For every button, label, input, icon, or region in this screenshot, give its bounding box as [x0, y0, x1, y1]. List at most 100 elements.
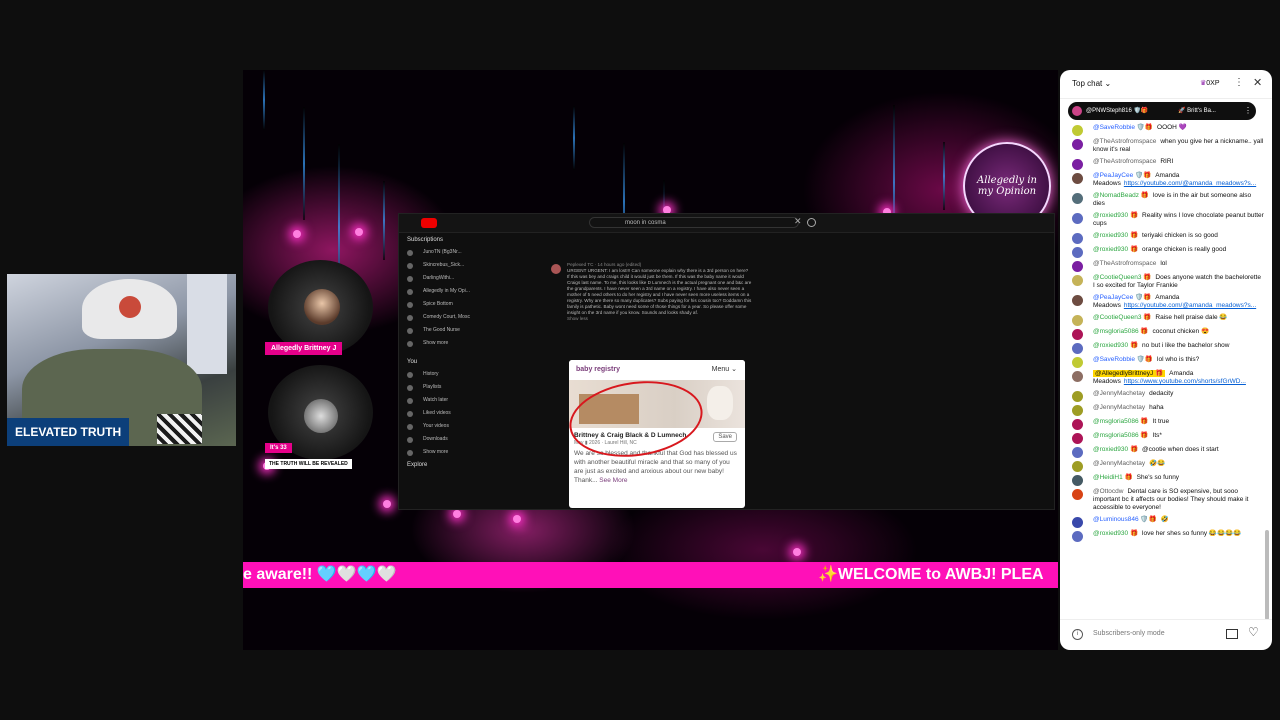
pinned-more-icon[interactable]: ⋮	[1244, 102, 1252, 120]
chat-text: It true	[1152, 418, 1170, 425]
chat-scrollbar[interactable]	[1265, 530, 1269, 620]
heart-icon[interactable]: ♡	[1248, 625, 1259, 639]
chat-message[interactable]: @msgloria5086 🎁 Its*	[1060, 430, 1272, 444]
chat-text: orange chicken is really good	[1142, 246, 1227, 253]
chat-link[interactable]: https://youtube.com/@amanda_meadows?s...	[1124, 302, 1256, 309]
chat-message[interactable]: @roxied930 🎁 Reality wins I love chocolat…	[1060, 210, 1272, 230]
chat-avatar	[1072, 433, 1083, 444]
chat-message[interactable]: @TheAstrofromspace lol	[1060, 258, 1272, 272]
chat-message[interactable]: @roxied930 🎁 love her shes so funny 😂😂😂😂	[1060, 528, 1272, 542]
chat-author[interactable]: @AllegedlyBrittneyJ 🎁	[1093, 370, 1166, 377]
card-header: baby registry Menu ⌄	[569, 360, 745, 380]
chat-avatar	[1072, 419, 1083, 430]
chat-avatar	[1072, 193, 1083, 204]
chat-author[interactable]: @CootieQueen3 🎁	[1093, 314, 1151, 321]
chat-message[interactable]: @AllegedlyBrittneyJ 🎁 Amanda Meadows https…	[1060, 368, 1272, 388]
chat-author[interactable]: @SaveRobbie 🛡️🎁	[1093, 124, 1153, 131]
chat-author[interactable]: @TheAstrofromspace	[1093, 138, 1156, 145]
chat-author[interactable]: @TheAstrofromspace	[1093, 260, 1156, 267]
chat-text: coconut chicken 😍	[1152, 328, 1210, 335]
wall	[187, 274, 227, 374]
xp-badge[interactable]: ♛0XP	[1200, 79, 1220, 87]
chat-message[interactable]: @roxied930 🎁 orange chicken is really goo…	[1060, 244, 1272, 258]
chat-message[interactable]: @SaveRobbie 🛡️🎁 OOOH 💜	[1060, 122, 1272, 136]
chat-message[interactable]: @HeidiH1 🎁 She's so funny	[1060, 472, 1272, 486]
chat-avatar	[1072, 461, 1083, 472]
chat-message[interactable]: @JennyMachetay 🤣😂	[1060, 458, 1272, 472]
sidebar-item: Your videos	[399, 420, 519, 433]
glow-dot	[513, 515, 521, 523]
close-icon: ✕	[794, 216, 802, 226]
card-see-more: See More	[599, 477, 628, 484]
chat-author[interactable]: @Luminous846 🛡️🎁	[1093, 516, 1157, 523]
chat-message[interactable]: @Ottocdw Dental care is SO expensive, but…	[1060, 486, 1272, 514]
chat-avatar	[1072, 405, 1083, 416]
chat-author[interactable]: @NomadBeadz 🎁	[1093, 192, 1149, 199]
chat-author[interactable]: @msgloria5086 🎁	[1093, 328, 1149, 335]
chat-avatar	[1072, 275, 1083, 286]
host-avatar	[304, 289, 340, 325]
comment-text: URGENT URGENT: I am lost!!! Can someone …	[567, 268, 752, 315]
chat-author[interactable]: @PeaJayCee 🛡️🎁	[1093, 172, 1151, 179]
chat-avatar	[1072, 391, 1083, 402]
host-name-tag: Allegedly Brittney J	[265, 342, 343, 355]
chat-message[interactable]: @Luminous846 🛡️🎁 🤣	[1060, 514, 1272, 528]
chat-author[interactable]: @roxied930 🎁	[1093, 446, 1138, 453]
chat-message[interactable]: @roxied930 🎁 no but i like the bachelor s…	[1060, 340, 1272, 354]
chat-author[interactable]: @roxied930 🎁	[1093, 246, 1138, 253]
chat-message[interactable]: @PeaJayCee 🛡️🎁 Amanda Meadows https://yout…	[1060, 292, 1272, 312]
chat-author[interactable]: @JennyMachetay	[1093, 404, 1145, 411]
guest-name-tag: It's ​​​​​​​​​​​​​​​​​​​​​​​​​​​​​​​​​​​…	[265, 443, 292, 453]
chat-author[interactable]: @roxied930 🎁	[1093, 232, 1138, 239]
registry-card: baby registry Menu ⌄ Brittney & Craig Bl…	[569, 360, 745, 508]
chat-message[interactable]: @roxied930 🎁 @cootie when does it start	[1060, 444, 1272, 458]
chat-author[interactable]: @PeaJayCee 🛡️🎁	[1093, 294, 1151, 301]
chat-message[interactable]: @SaveRobbie 🛡️🎁 lol who is this?	[1060, 354, 1272, 368]
chat-message[interactable]: @msgloria5086 🎁 It true	[1060, 416, 1272, 430]
chat-message[interactable]: @CootieQueen3 🎁 Does anyone watch the bac…	[1060, 272, 1272, 292]
chat-header: Top chat ⌄ ♛0XP ⋮ ✕	[1060, 70, 1272, 99]
chat-author[interactable]: @TheAstrofromspace	[1093, 158, 1156, 165]
chat-text: She's so funny	[1136, 474, 1180, 481]
chat-author[interactable]: @roxied930 🎁	[1093, 342, 1138, 349]
chat-text: haha	[1149, 404, 1164, 411]
light-streak	[943, 142, 945, 210]
subscribers-only-label: Subscribers-only mode	[1093, 630, 1165, 637]
sidebar-item: JunoTN (Bg3Nr...	[399, 246, 519, 259]
chat-message[interactable]: @TheAstrofromspace when you give her a ni…	[1060, 136, 1272, 156]
pinned-message[interactable]: @PNWSteph816 🛡️🎁 🚀 Britt's Ba... ⋮	[1068, 102, 1256, 120]
info-icon[interactable]: i	[1072, 629, 1083, 640]
chat-text: dedacity	[1149, 390, 1174, 397]
chat-link[interactable]: https://www.youtube.com/shorts/sfGrWD...	[1124, 378, 1246, 385]
chat-author[interactable]: @msgloria5086 🎁	[1093, 418, 1149, 425]
chat-message[interactable]: @TheAstrofromspace RIRI	[1060, 156, 1272, 170]
chat-author[interactable]: @JennyMachetay	[1093, 390, 1145, 397]
chat-message[interactable]: @roxied930 🎁 teriyaki chicken is so good	[1060, 230, 1272, 244]
chat-mode-dropdown[interactable]: Top chat ⌄	[1072, 79, 1111, 88]
chat-author[interactable]: @CootieQueen3 🎁	[1093, 274, 1151, 281]
sidebar-item: Spice Bottom	[399, 298, 519, 311]
chat-author[interactable]: @roxied930 🎁	[1093, 212, 1138, 219]
chat-author[interactable]: @Ottocdw	[1093, 488, 1123, 495]
chat-avatar	[1072, 489, 1083, 500]
chat-author[interactable]: @roxied930 🎁	[1093, 530, 1138, 537]
gift-icon[interactable]	[1226, 629, 1238, 639]
chat-link[interactable]: https://youtube.com/@amanda_meadows?s...	[1124, 180, 1256, 187]
chat-message[interactable]: @PeaJayCee 🛡️🎁 Amanda Meadows https://yout…	[1060, 170, 1272, 190]
chat-author[interactable]: @HeidiH1 🎁	[1093, 474, 1133, 481]
chat-message[interactable]: @NomadBeadz 🎁 love is in the air but some…	[1060, 190, 1272, 210]
chat-text: Raise hell praise dale 😂	[1155, 314, 1228, 321]
chat-message[interactable]: @JennyMachetay dedacity	[1060, 388, 1272, 402]
chat-author[interactable]: @SaveRobbie 🛡️🎁	[1093, 356, 1153, 363]
chat-author[interactable]: @msgloria5086 🎁	[1093, 432, 1149, 439]
close-chat-icon[interactable]: ✕	[1253, 76, 1262, 89]
more-vert-icon[interactable]: ⋮	[1234, 77, 1244, 88]
chat-message[interactable]: @msgloria5086 🎁 coconut chicken 😍	[1060, 326, 1272, 340]
chat-message[interactable]: @CootieQueen3 🎁 Raise hell praise dale 😂	[1060, 312, 1272, 326]
card-save-button: Save	[713, 432, 737, 442]
stream-player[interactable]: Allegedly in my Opinion Allegedly Brittn…	[243, 70, 1058, 650]
chat-message[interactable]: @JennyMachetay haha	[1060, 402, 1272, 416]
chat-avatar	[1072, 475, 1083, 486]
sidebar-item: Allegedly in My Opi...	[399, 285, 519, 298]
chat-author[interactable]: @JennyMachetay	[1093, 460, 1145, 467]
